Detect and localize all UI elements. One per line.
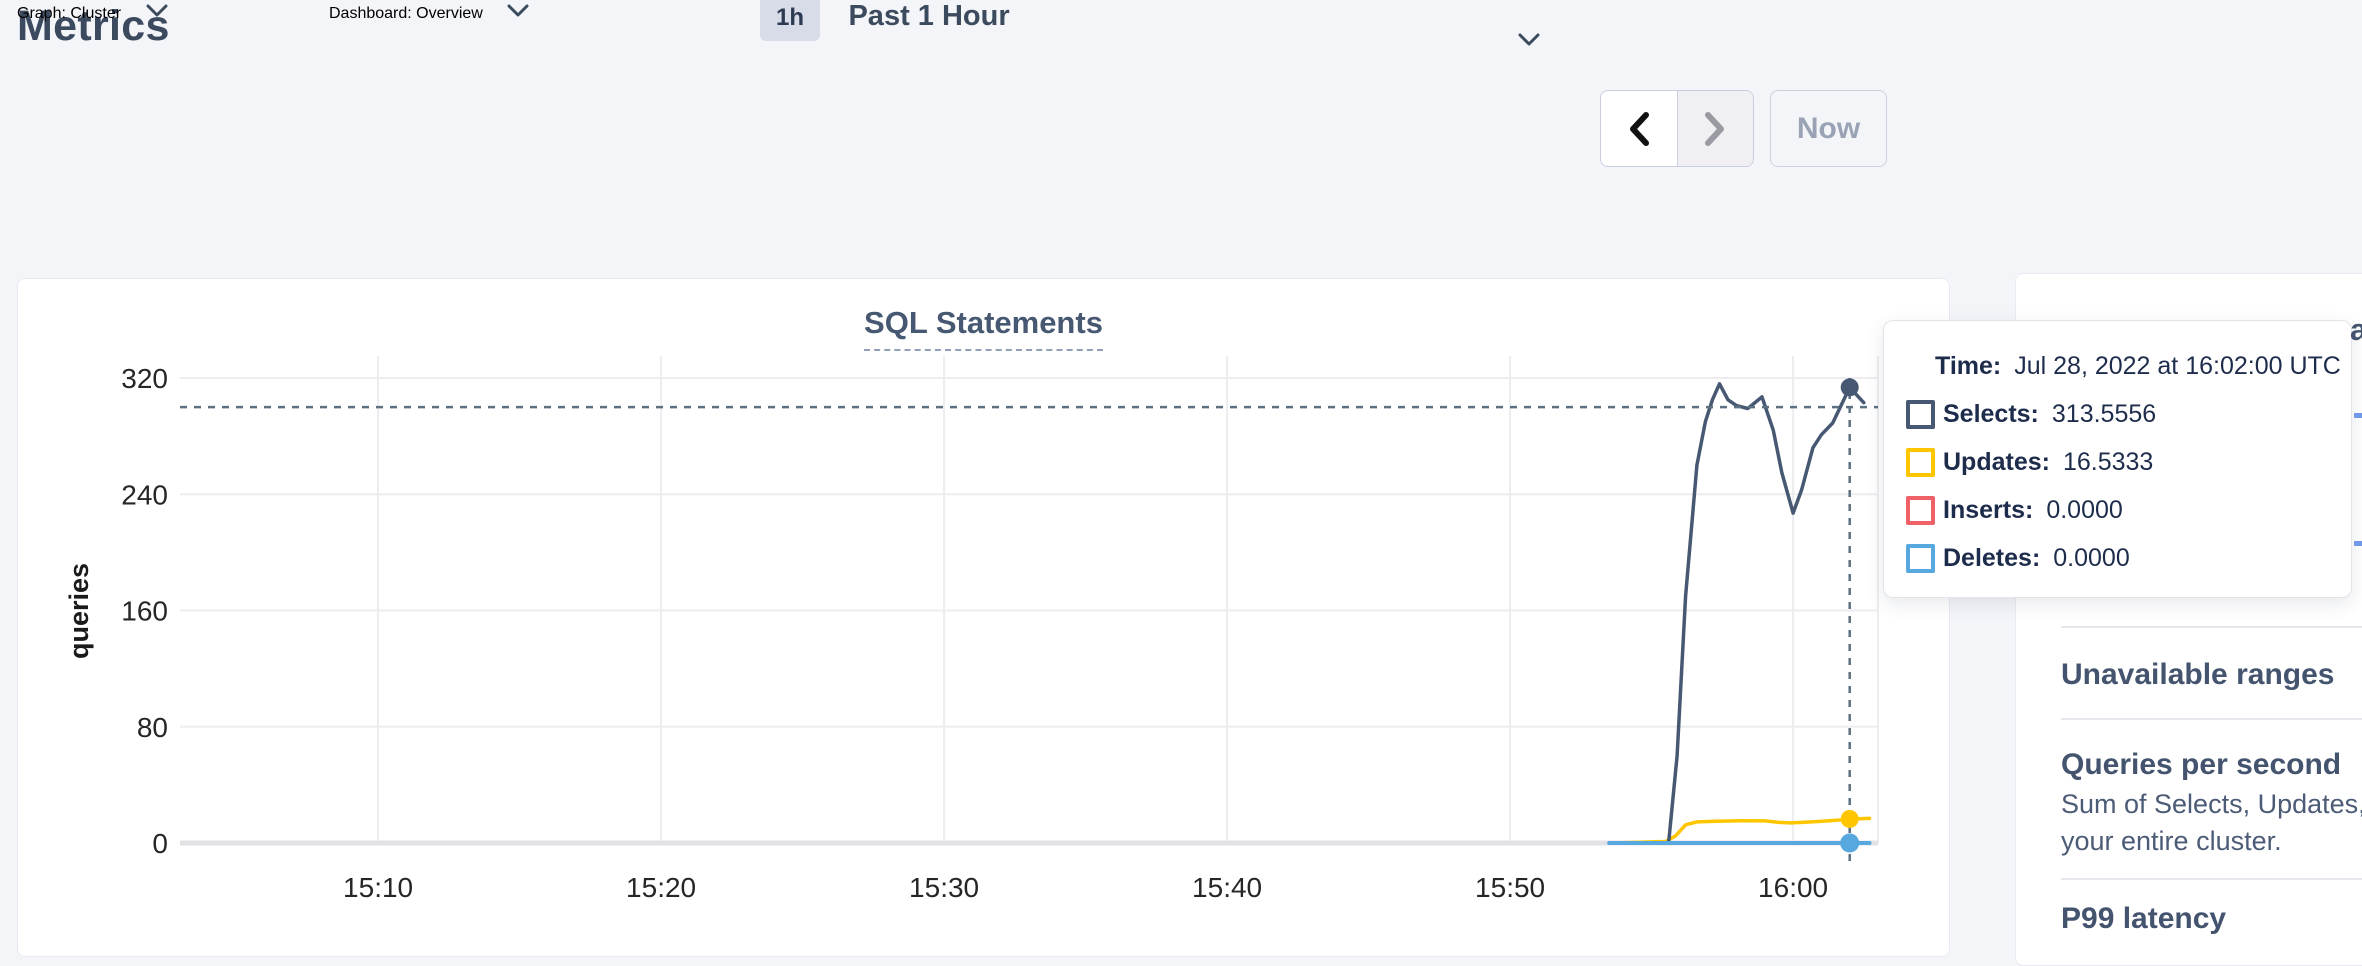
updates-legend-swatch xyxy=(1906,448,1935,477)
chart-title-wrap: SQL Statements xyxy=(18,305,1949,351)
tooltip-series-value: 313.5556 xyxy=(2052,400,2156,429)
deletes-legend-swatch xyxy=(1906,544,1935,573)
graph-scope-dropdown-label: Graph: Cluster xyxy=(17,5,121,22)
tooltip-time-label: Time: xyxy=(1935,352,2001,381)
tooltip-series-row: Inserts: 0.0000 xyxy=(1906,486,2351,534)
sidebar-description-line: your entire cluster. xyxy=(2061,826,2282,857)
tooltip-series-value: 0.0000 xyxy=(2053,544,2129,573)
tooltip-series-label: Selects: xyxy=(1943,400,2039,429)
chevron-down-icon xyxy=(146,4,168,18)
chevron-down-icon xyxy=(507,4,529,18)
dashboard-dropdown-label: Dashboard: Overview xyxy=(329,5,483,22)
sidebar-heading-p99-latency: P99 latency xyxy=(2061,902,2226,936)
tooltip-series-value: 16.5333 xyxy=(2063,448,2153,477)
time-window-nav xyxy=(1600,90,1754,167)
sql-statements-chart-card: SQL Statements xyxy=(17,278,1950,957)
now-button[interactable]: Now xyxy=(1770,90,1887,167)
sidebar-heading-unavailable-ranges: Unavailable ranges xyxy=(2061,658,2334,692)
tooltip-series-row: Selects: 313.5556 xyxy=(1906,390,2351,438)
chevron-down-icon xyxy=(1518,33,1540,47)
sidebar-description-line: Sum of Selects, Updates, Inser xyxy=(2061,789,2362,820)
chevron-left-icon xyxy=(1627,111,1651,147)
tooltip-series-row: Updates: 16.5333 xyxy=(1906,438,2351,486)
clipped-link-underline-fragment xyxy=(2354,413,2362,418)
sidebar-clipped-text: a xyxy=(2350,312,2362,348)
sidebar-divider xyxy=(2061,878,2362,880)
sidebar-divider xyxy=(2061,626,2362,628)
next-time-window-button[interactable] xyxy=(1677,91,1754,166)
tooltip-series-value: 0.0000 xyxy=(2046,496,2122,525)
selects-legend-swatch xyxy=(1906,400,1935,429)
tooltip-series-label: Deletes: xyxy=(1943,544,2040,573)
tooltip-time-row: Time: Jul 28, 2022 at 16:02:00 UTC xyxy=(1935,342,2351,390)
tooltip-series-row: Deletes: 0.0000 xyxy=(1906,534,2351,582)
tooltip-series-label: Inserts: xyxy=(1943,496,2033,525)
time-range-dropdown[interactable]: 1h Past 1 Hour xyxy=(727,0,1570,33)
chart-title-link[interactable]: SQL Statements xyxy=(864,305,1103,351)
sidebar-divider xyxy=(2061,718,2362,720)
time-range-badge: 1h xyxy=(760,0,820,41)
tooltip-time-value: Jul 28, 2022 at 16:02:00 UTC xyxy=(2014,352,2341,381)
dashboard-dropdown[interactable]: Dashboard: Overview xyxy=(329,0,703,23)
clipped-link-underline-fragment xyxy=(2354,541,2362,546)
chart-hover-tooltip: Time: Jul 28, 2022 at 16:02:00 UTC Selec… xyxy=(1883,320,2352,598)
previous-time-window-button[interactable] xyxy=(1601,91,1677,166)
time-range-label: Past 1 Hour xyxy=(848,0,1009,32)
graph-scope-dropdown[interactable]: Graph: Cluster xyxy=(17,0,302,23)
chevron-right-icon xyxy=(1703,111,1727,147)
tooltip-series-label: Updates: xyxy=(1943,448,2050,477)
inserts-legend-swatch xyxy=(1906,496,1935,525)
sidebar-heading-queries-per-second: Queries per second xyxy=(2061,748,2341,782)
